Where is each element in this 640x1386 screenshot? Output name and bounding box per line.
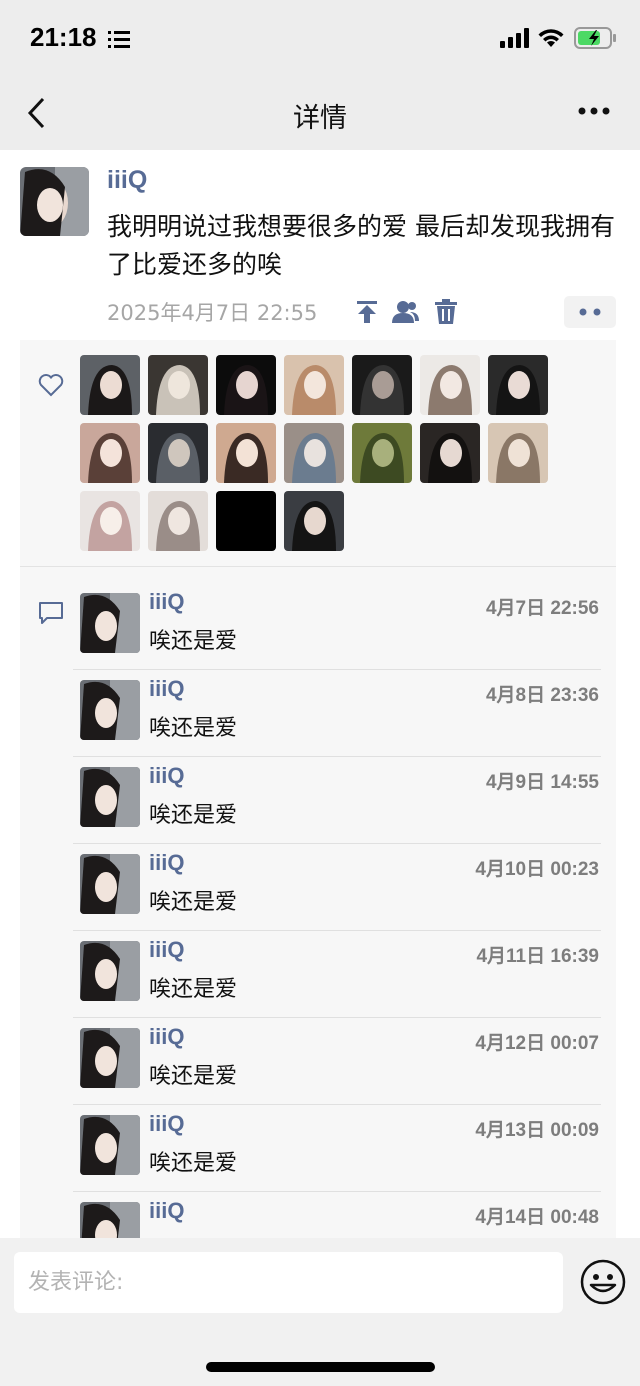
like-avatar[interactable]: [80, 491, 140, 551]
comment-time: 4月7日 22:56: [485, 598, 599, 619]
comment-avatar[interactable]: [80, 680, 140, 740]
comment-avatar[interactable]: [80, 1115, 140, 1175]
comment-item[interactable]: iiiQ 4月9日 14:55 唉还是爱: [73, 763, 601, 850]
comment-divider: [73, 930, 601, 931]
comment-icon: [39, 602, 63, 624]
more-icon[interactable]: [577, 104, 611, 118]
like-avatar[interactable]: [80, 355, 140, 415]
comment-avatar[interactable]: [80, 593, 140, 653]
comment-author[interactable]: iiiQ: [149, 763, 184, 789]
post-author[interactable]: iiiQ: [107, 166, 147, 195]
avatar[interactable]: [20, 167, 89, 236]
comment-item[interactable]: iiiQ 4月13日 00:09 唉还是爱: [73, 1111, 601, 1198]
like-avatar[interactable]: [284, 423, 344, 483]
like-avatar[interactable]: [80, 423, 140, 483]
comment-time: 4月13日 00:09: [475, 1120, 599, 1141]
like-avatar[interactable]: [216, 355, 276, 415]
comment-author[interactable]: iiiQ: [149, 1024, 184, 1050]
comment-time: 4月11日 16:39: [476, 946, 599, 967]
post-more-button[interactable]: [564, 296, 616, 328]
comment-author[interactable]: iiiQ: [149, 850, 184, 876]
comment-divider: [73, 1017, 601, 1018]
comment-divider: [73, 843, 601, 844]
comment-text: 唉还是爱: [149, 890, 238, 915]
emoji-icon[interactable]: [580, 1259, 626, 1305]
heart-icon: [38, 374, 64, 397]
status-time: 21:18: [30, 22, 97, 52]
comment-item[interactable]: iiiQ 4月12日 00:07 唉还是爱: [73, 1024, 601, 1111]
comment-time: 4月8日 23:36: [485, 685, 599, 706]
wifi-icon: [538, 29, 564, 47]
like-avatar[interactable]: [284, 355, 344, 415]
like-avatar[interactable]: [284, 491, 344, 551]
signal-icon: [500, 28, 529, 48]
comment-item[interactable]: iiiQ 4月8日 23:36 唉还是爱: [73, 676, 601, 763]
like-avatar[interactable]: [148, 355, 208, 415]
comment-avatar[interactable]: [80, 767, 140, 827]
comment-divider: [73, 756, 601, 757]
comment-time: 4月14日 00:48: [475, 1207, 599, 1228]
like-avatar[interactable]: [420, 355, 480, 415]
comment-time: 4月9日 14:55: [485, 772, 599, 793]
home-indicator: [206, 1362, 435, 1372]
comment-item[interactable]: iiiQ 4月10日 00:23 唉还是爱: [73, 850, 601, 937]
like-avatar[interactable]: [488, 423, 548, 483]
comment-avatar[interactable]: [80, 854, 140, 914]
list-icon: [108, 31, 130, 48]
like-avatar[interactable]: [488, 355, 548, 415]
battery-icon: [574, 27, 616, 49]
like-avatar[interactable]: [148, 423, 208, 483]
pin-top-icon[interactable]: [354, 299, 380, 325]
post-timestamp: 2025年4月7日 22:55: [107, 301, 318, 325]
comment-text: 唉还是爱: [149, 803, 238, 828]
like-avatar[interactable]: [420, 423, 480, 483]
comment-avatar[interactable]: [80, 941, 140, 1001]
like-avatar[interactable]: [216, 491, 276, 551]
comment-text: 唉还是爱: [149, 716, 238, 741]
panel-divider: [20, 566, 616, 567]
post-text: 我明明说过我想要很多的爱 最后却发现我拥有了比爱还多的唉: [107, 212, 615, 279]
visibility-icon[interactable]: [392, 299, 420, 325]
comment-input[interactable]: [14, 1252, 563, 1313]
comment-author[interactable]: iiiQ: [149, 1198, 184, 1224]
delete-icon[interactable]: [435, 299, 457, 325]
comment-divider: [73, 1104, 601, 1105]
page-title: 详情: [293, 103, 347, 134]
comment-author[interactable]: iiiQ: [149, 937, 184, 963]
like-avatar[interactable]: [352, 355, 412, 415]
comment-divider: [73, 669, 601, 670]
comment-text: 唉还是爱: [149, 1064, 238, 1089]
comment-text: 唉还是爱: [149, 1151, 238, 1176]
comment-time: 4月10日 00:23: [475, 859, 599, 880]
comment-time: 4月12日 00:07: [475, 1033, 599, 1054]
comment-author[interactable]: iiiQ: [149, 676, 184, 702]
comment-divider: [73, 1191, 601, 1192]
more-dots-icon: [579, 308, 601, 316]
comment-text: 唉还是爱: [149, 629, 238, 654]
comment-text: 唉还是爱: [149, 977, 238, 1002]
comment-author[interactable]: iiiQ: [149, 1111, 184, 1137]
like-avatar[interactable]: [216, 423, 276, 483]
comment-avatar[interactable]: [80, 1028, 140, 1088]
like-avatar[interactable]: [352, 423, 412, 483]
comment-author[interactable]: iiiQ: [149, 589, 184, 615]
like-avatar[interactable]: [148, 491, 208, 551]
comment-item[interactable]: iiiQ 4月7日 22:56 唉还是爱: [73, 589, 601, 676]
comment-item[interactable]: iiiQ 4月11日 16:39 唉还是爱: [73, 937, 601, 1024]
